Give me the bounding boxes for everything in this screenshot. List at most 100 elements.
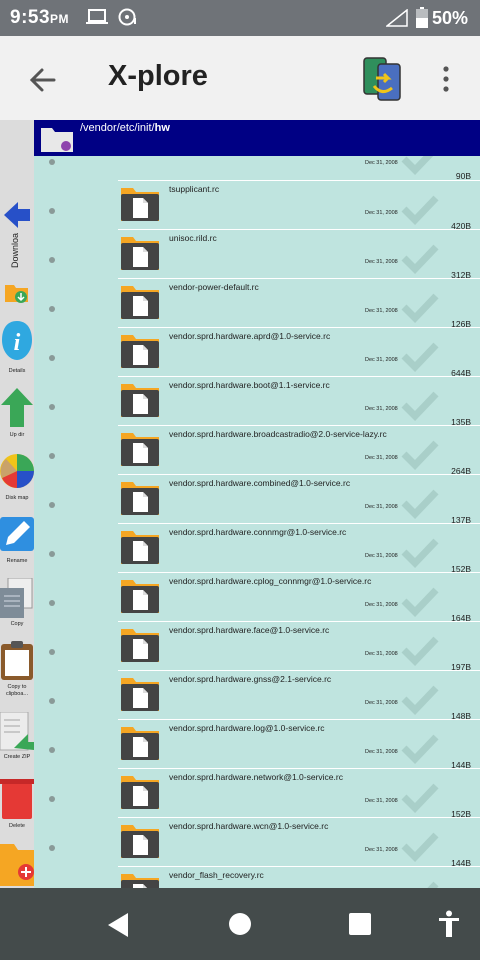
file-icon (121, 384, 159, 417)
file-row[interactable]: vendor.sprd.hardware.connmgr@1.0-service… (34, 524, 480, 574)
file-icon (121, 286, 159, 319)
file-icon (121, 678, 159, 711)
file-row[interactable]: vendor.sprd.hardware.cplog_connmgr@1.0-s… (34, 573, 480, 623)
checkmark-icon[interactable] (400, 156, 440, 175)
file-date: Dec 31, 2008 (365, 749, 398, 755)
overflow-menu-icon[interactable] (436, 64, 456, 94)
checkmark-icon[interactable] (400, 830, 440, 862)
file-date: Dec 31, 2008 (365, 308, 398, 314)
file-list[interactable]: Dec 31, 2008 90B tsupplicant.rc Dec 31, 2… (34, 156, 480, 888)
tool-copy[interactable]: Copy (0, 576, 34, 632)
checkmark-icon[interactable] (400, 487, 440, 519)
tool-copy-clipboard[interactable]: Copy to clipboa... (0, 638, 34, 702)
file-name: tsupplicant.rc (169, 184, 220, 194)
checkmark-icon[interactable] (400, 193, 440, 225)
file-icon (121, 580, 159, 613)
file-row[interactable]: vendor.sprd.hardware.wcn@1.0-service.rc D… (34, 818, 480, 868)
selection-dot[interactable] (49, 600, 55, 606)
selection-dot[interactable] (49, 159, 55, 165)
file-row[interactable]: vendor.sprd.hardware.gnss@2.1-service.rc… (34, 671, 480, 721)
up-arrow-icon (1, 388, 33, 427)
tool-rename[interactable]: Rename (0, 513, 34, 569)
file-row[interactable]: unisoc.rild.rc Dec 31, 2008 312B (34, 230, 480, 280)
checkmark-icon[interactable] (400, 585, 440, 617)
file-row[interactable]: vendor.sprd.hardware.network@1.0-service… (34, 769, 480, 819)
selection-dot[interactable] (49, 649, 55, 655)
selection-dot[interactable] (49, 502, 55, 508)
file-date: Dec 31, 2008 (365, 798, 398, 804)
checkmark-icon[interactable] (400, 634, 440, 666)
file-row[interactable]: vendor.sprd.hardware.face@1.0-service.rc… (34, 622, 480, 672)
battery-icon (416, 7, 428, 28)
selection-dot[interactable] (49, 208, 55, 214)
tool-delete[interactable]: Delete (0, 775, 34, 831)
navigation-bar (0, 888, 480, 960)
tool-details[interactable]: i Details (0, 318, 34, 378)
nav-recents-icon[interactable] (348, 912, 372, 936)
file-row[interactable]: vendor-power-default.rc Dec 31, 2008 126B (34, 279, 480, 329)
file-name: vendor.sprd.hardware.broadcastradio@2.0-… (169, 429, 387, 439)
file-row[interactable]: vendor.sprd.hardware.aprd@1.0-service.rc… (34, 328, 480, 378)
checkmark-icon[interactable] (400, 536, 440, 568)
selection-dot[interactable] (49, 355, 55, 361)
trash-icon (0, 779, 34, 819)
selection-dot[interactable] (49, 796, 55, 802)
tool-download[interactable]: Downloa (0, 198, 34, 268)
file-name: vendor.sprd.hardware.wcn@1.0-service.rc (169, 821, 329, 831)
checkmark-icon[interactable] (400, 879, 440, 888)
app-bar: X-plore (0, 36, 480, 120)
file-row[interactable]: Dec 31, 2008 90B (34, 156, 480, 181)
checkmark-icon[interactable] (400, 291, 440, 323)
nav-home-icon[interactable] (228, 912, 252, 936)
checkmark-icon[interactable] (400, 781, 440, 813)
checkmark-icon[interactable] (400, 683, 440, 715)
file-row[interactable]: vendor.sprd.hardware.broadcastradio@2.0-… (34, 426, 480, 476)
path-text: /vendor/etc/init/hw (80, 122, 170, 134)
file-row[interactable]: tsupplicant.rc Dec 31, 2008 420B (34, 181, 480, 231)
checkmark-icon[interactable] (400, 438, 440, 470)
svg-text:i: i (14, 330, 21, 356)
back-arrow-icon[interactable] (24, 60, 64, 100)
selection-dot[interactable] (49, 404, 55, 410)
file-date: Dec 31, 2008 (365, 504, 398, 510)
file-name: vendor-power-default.rc (169, 282, 259, 292)
accessibility-icon[interactable] (438, 910, 460, 938)
checkmark-icon[interactable] (400, 732, 440, 764)
app-title: X-plore (108, 60, 208, 92)
file-icon (121, 433, 159, 466)
selection-dot[interactable] (49, 698, 55, 704)
file-name: vendor.sprd.hardware.cplog_connmgr@1.0-s… (169, 576, 372, 586)
file-icon (121, 188, 159, 221)
status-time: 9:53PM (10, 7, 70, 28)
selection-dot[interactable] (49, 551, 55, 557)
tool-disk-map[interactable]: Disk map (0, 448, 34, 504)
checkmark-icon[interactable] (400, 242, 440, 274)
tool-up-dir[interactable]: Up dir (0, 385, 34, 441)
path-bar[interactable]: /vendor/etc/init/hw (34, 120, 480, 156)
file-row[interactable]: vendor.sprd.hardware.boot@1.1-service.rc… (34, 377, 480, 427)
file-date: Dec 31, 2008 (365, 553, 398, 559)
selection-dot[interactable] (49, 747, 55, 753)
swap-panes-icon[interactable] (362, 56, 404, 102)
file-date: Dec 31, 2008 (365, 847, 398, 853)
selection-dot[interactable] (49, 306, 55, 312)
checkmark-icon[interactable] (400, 389, 440, 421)
file-row[interactable]: vendor_flash_recovery.rc (34, 867, 480, 888)
file-row[interactable]: vendor.sprd.hardware.combined@1.0-servic… (34, 475, 480, 525)
selection-dot[interactable] (49, 845, 55, 851)
tool-create-zip[interactable]: Create ZIP (0, 710, 34, 770)
tool-download-folder[interactable] (0, 278, 34, 310)
file-name: vendor.sprd.hardware.aprd@1.0-service.rc (169, 331, 331, 341)
nav-back-icon[interactable] (106, 912, 130, 938)
tool-strip: Downloa i Details Up dir Disk map Rename… (0, 120, 34, 888)
file-icon (121, 727, 159, 760)
file-name: vendor_flash_recovery.rc (169, 870, 264, 880)
file-date: Dec 31, 2008 (365, 210, 398, 216)
checkmark-icon[interactable] (400, 340, 440, 372)
tool-new-folder[interactable] (0, 838, 34, 888)
selection-dot[interactable] (49, 257, 55, 263)
file-row[interactable]: vendor.sprd.hardware.log@1.0-service.rc D… (34, 720, 480, 770)
file-date: Dec 31, 2008 (365, 406, 398, 412)
file-name: unisoc.rild.rc (169, 233, 217, 243)
selection-dot[interactable] (49, 453, 55, 459)
